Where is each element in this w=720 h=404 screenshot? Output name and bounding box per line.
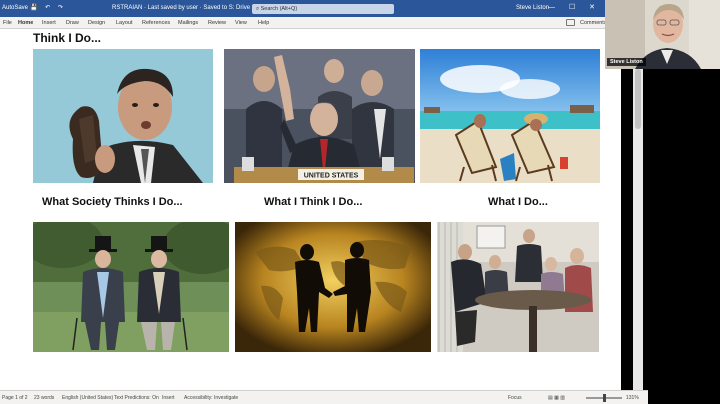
top-hat-gentlemen-image bbox=[33, 222, 229, 352]
tab-file[interactable]: File bbox=[3, 20, 12, 26]
handshake-silhouette-image bbox=[235, 222, 431, 352]
window-controls[interactable]: — ☐ ✕ bbox=[548, 3, 601, 11]
zoom-slider-handle[interactable] bbox=[603, 394, 606, 402]
autosave-toggle[interactable]: AutoSave bbox=[2, 5, 28, 11]
office-meeting-image bbox=[437, 222, 599, 352]
language-status[interactable]: English (United States) bbox=[62, 395, 113, 401]
insert-mode[interactable]: Insert bbox=[162, 395, 175, 401]
text-predictions-status[interactable]: Text Predictions: On bbox=[114, 395, 159, 401]
participant-name-label: Steve Liston bbox=[607, 58, 646, 66]
caption-i-do: What I Do... bbox=[488, 196, 548, 208]
placard-text: UNITED STATES bbox=[304, 173, 359, 180]
caption-society: What Society Thinks I Do... bbox=[42, 196, 183, 208]
tab-review[interactable]: Review bbox=[208, 20, 226, 26]
tab-references[interactable]: References bbox=[142, 20, 170, 26]
caption-i-think: What I Think I Do... bbox=[264, 196, 363, 208]
tab-draw[interactable]: Draw bbox=[66, 20, 79, 26]
tab-home[interactable]: Home bbox=[18, 20, 33, 26]
tab-help[interactable]: Help bbox=[258, 20, 269, 26]
search-icon: ⌕ bbox=[256, 6, 260, 12]
document-title: RSTRAIAN · Last saved by user · Saved to… bbox=[112, 5, 251, 11]
vertical-scrollbar[interactable] bbox=[633, 29, 643, 390]
comments-button[interactable]: Comments bbox=[580, 20, 607, 26]
view-buttons-icon[interactable]: ▤ ▦ ▥ bbox=[548, 395, 565, 401]
search-placeholder: Search (Alt+Q) bbox=[260, 6, 298, 12]
beach-chairs-image bbox=[420, 49, 600, 183]
tab-layout[interactable]: Layout bbox=[116, 20, 133, 26]
tab-design[interactable]: Design bbox=[88, 20, 105, 26]
webcam-video: Steve Liston bbox=[605, 0, 720, 69]
tab-mailings[interactable]: Mailings bbox=[178, 20, 198, 26]
top-heading: Think I Do... bbox=[33, 31, 101, 45]
word-title-bar: AutoSave 💾 ↶ ↷ RSTRAIAN · Last saved by … bbox=[0, 0, 605, 17]
accessibility-status[interactable]: Accessibility: Investigate bbox=[184, 395, 238, 401]
tab-view[interactable]: View bbox=[235, 20, 247, 26]
status-bar: Page 1 of 2 23 words English (United Sta… bbox=[0, 390, 648, 404]
screen: AutoSave 💾 ↶ ↷ RSTRAIAN · Last saved by … bbox=[0, 0, 720, 404]
page-count[interactable]: Page 1 of 2 bbox=[2, 395, 28, 401]
zoom-level[interactable]: 131% bbox=[626, 395, 639, 401]
ribbon-tabs: File Home Insert Draw Design Layout Refe… bbox=[0, 17, 607, 29]
quick-access-toolbar[interactable]: 💾 ↶ ↷ bbox=[30, 4, 66, 11]
shoe-phone-agent-image bbox=[33, 49, 213, 183]
word-count[interactable]: 23 words bbox=[34, 395, 54, 401]
share-icon[interactable] bbox=[566, 19, 575, 26]
un-delegate-image: UNITED STATES bbox=[224, 49, 415, 183]
account-name[interactable]: Steve Liston bbox=[516, 5, 549, 11]
focus-mode[interactable]: Focus bbox=[508, 395, 522, 401]
search-box[interactable]: ⌕ Search (Alt+Q) bbox=[252, 4, 394, 14]
tab-insert[interactable]: Insert bbox=[42, 20, 56, 26]
scrollbar-thumb[interactable] bbox=[635, 69, 641, 129]
